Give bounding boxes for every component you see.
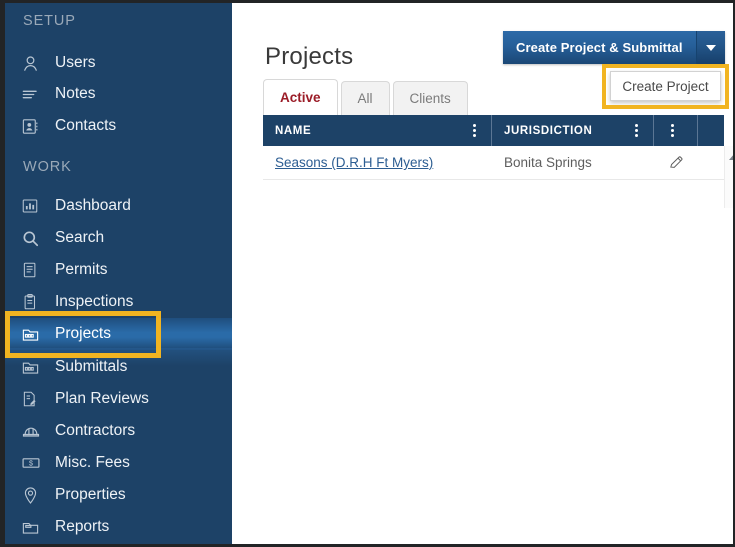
sidebar-item-contractors[interactable]: Contractors	[5, 415, 232, 447]
sidebar-item-label: Submittals	[55, 358, 128, 375]
sidebar-section-setup: SETUP	[23, 13, 76, 29]
sidebar-item-properties[interactable]: Properties	[5, 479, 232, 511]
document-icon	[21, 261, 51, 279]
sidebar-item-label: Dashboard	[55, 197, 131, 214]
sidebar-item-contacts[interactable]: Contacts	[5, 110, 232, 142]
tab-active[interactable]: Active	[263, 79, 338, 115]
sidebar-item-label: Users	[55, 54, 96, 71]
create-project-submittal-split-button[interactable]: Create Project & Submittal	[503, 31, 725, 64]
sidebar-item-reports[interactable]: Reports	[5, 511, 232, 543]
tab-all[interactable]: All	[340, 81, 390, 115]
map-pin-icon	[21, 486, 51, 505]
sidebar-item-dashboard[interactable]: Dashboard	[5, 190, 232, 222]
sidebar-item-permits[interactable]: Permits	[5, 254, 232, 286]
main-content: Projects Create Project & Submittal Crea…	[232, 3, 733, 544]
column-header-label: JURISDICTION	[504, 124, 593, 137]
sidebar-item-inspections[interactable]: Inspections	[5, 286, 232, 318]
sidebar-item-label: Projects	[55, 325, 111, 342]
sidebar-item-label: Notes	[55, 85, 96, 102]
column-header-label: NAME	[275, 124, 312, 137]
sidebar-item-notes[interactable]: Notes	[5, 78, 232, 110]
sidebar-navigation: SETUP Users Notes Contacts WORK Dashboar…	[5, 3, 232, 544]
notes-lines-icon	[21, 85, 51, 104]
table-row[interactable]: Seasons (D.R.H Ft Myers) Bonita Springs	[263, 146, 724, 180]
money-bill-icon: $	[21, 453, 51, 473]
project-name-link[interactable]: Seasons (D.R.H Ft Myers)	[275, 155, 433, 170]
pencil-icon	[668, 154, 685, 171]
kebab-menu-icon[interactable]	[662, 124, 684, 137]
sidebar-item-label: Plan Reviews	[55, 390, 149, 407]
application-window: SETUP Users Notes Contacts WORK Dashboar…	[0, 0, 735, 547]
table-vertical-scrollbar[interactable]	[724, 146, 733, 208]
user-icon	[21, 54, 51, 73]
triangle-up-icon[interactable]	[728, 154, 733, 160]
folder-open-icon	[21, 518, 51, 537]
create-project-submittal-button[interactable]: Create Project & Submittal	[503, 31, 696, 64]
bar-chart-icon	[21, 197, 51, 215]
create-dropdown-toggle[interactable]	[695, 31, 725, 64]
chevron-down-icon	[705, 44, 716, 51]
edit-row-button[interactable]	[654, 154, 698, 171]
sidebar-item-users[interactable]: Users	[5, 47, 232, 79]
svg-text:$: $	[29, 460, 33, 468]
folder-grid-icon	[21, 325, 51, 344]
tab-bar: Active All Clients	[263, 79, 471, 115]
sidebar-item-submittals[interactable]: Submittals	[5, 351, 232, 383]
table-header-row: NAME JURISDICTION	[263, 115, 724, 146]
sidebar-item-label: Contractors	[55, 422, 136, 439]
menu-item-create-project[interactable]: Create Project	[610, 71, 721, 101]
column-header-spacer	[698, 115, 724, 146]
sidebar-item-plan-reviews[interactable]: Plan Reviews	[5, 383, 232, 415]
column-header-jurisdiction[interactable]: JURISDICTION	[492, 115, 654, 146]
sidebar-item-label: Inspections	[55, 293, 134, 310]
folder-grid-icon	[21, 358, 51, 377]
column-header-actions[interactable]	[654, 115, 698, 146]
sidebar-item-label: Misc. Fees	[55, 454, 130, 471]
sidebar-item-label: Reports	[55, 518, 110, 535]
table-body: Seasons (D.R.H Ft Myers) Bonita Springs	[263, 146, 724, 180]
sidebar-section-work: WORK	[23, 159, 72, 175]
kebab-menu-icon[interactable]	[463, 124, 485, 137]
cell-project-name: Seasons (D.R.H Ft Myers)	[263, 155, 492, 170]
cell-jurisdiction: Bonita Springs	[504, 155, 592, 170]
sidebar-item-misc-fees[interactable]: $ Misc. Fees	[5, 447, 232, 479]
column-header-name[interactable]: NAME	[263, 115, 492, 146]
page-title: Projects	[265, 43, 354, 71]
menu-item-label: Create Project	[622, 78, 709, 94]
sidebar-item-projects[interactable]: Projects	[5, 318, 232, 350]
hard-hat-icon	[21, 421, 51, 441]
sidebar-item-search[interactable]: Search	[5, 222, 232, 254]
magnifier-icon	[21, 229, 51, 248]
clipboard-icon	[21, 293, 51, 311]
sidebar-item-label: Properties	[55, 486, 126, 503]
kebab-menu-icon[interactable]	[625, 124, 647, 137]
sidebar-item-label: Permits	[55, 261, 108, 278]
sidebar-item-label: Search	[55, 229, 105, 246]
sidebar-item-label: Contacts	[55, 117, 117, 134]
contact-card-icon	[21, 117, 51, 136]
tab-clients[interactable]: Clients	[392, 81, 468, 115]
doc-pencil-icon	[21, 390, 51, 408]
projects-table: NAME JURISDICTION Seasons (D.R.H Ft Myer…	[263, 115, 724, 180]
